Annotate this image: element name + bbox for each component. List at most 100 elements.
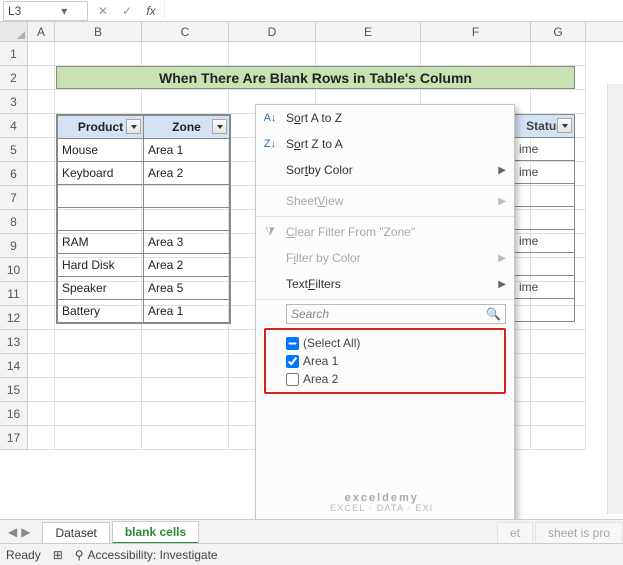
filter-icon[interactable] xyxy=(126,119,141,134)
sort-az-icon: A↓ xyxy=(262,112,278,124)
cell-zone[interactable]: Area 1 xyxy=(144,300,230,323)
accessibility-status[interactable]: ⚲Accessibility: Investigate xyxy=(75,548,218,562)
sort-by-color[interactable]: Sort by Color▶ xyxy=(256,157,514,183)
cell-status[interactable]: ime xyxy=(515,230,575,253)
cell-product[interactable]: RAM xyxy=(58,231,144,254)
chevron-down-icon[interactable]: ▾ xyxy=(46,4,84,18)
tab-blank-cells[interactable]: blank cells xyxy=(112,521,199,544)
filter-icon[interactable] xyxy=(212,119,227,134)
row-header[interactable]: 9 xyxy=(0,234,28,258)
sort-za-icon: Z↓ xyxy=(262,138,278,150)
col-header[interactable]: C xyxy=(142,22,229,41)
row-header[interactable]: 3 xyxy=(0,90,28,114)
arrow-right-icon: ▶ xyxy=(498,279,506,290)
options-highlight: (Select All) Area 1 Area 2 xyxy=(264,328,506,394)
cell-status[interactable] xyxy=(515,184,575,207)
cell-product[interactable]: Hard Disk xyxy=(58,254,144,277)
row-header[interactable]: 2 xyxy=(0,66,28,90)
cell-product[interactable]: Keyboard xyxy=(58,162,144,185)
cell-zone[interactable]: Area 2 xyxy=(144,162,230,185)
cell-zone[interactable] xyxy=(144,208,230,231)
filter-by-color: Filter by Color▶ xyxy=(256,245,514,271)
checkbox[interactable] xyxy=(286,337,299,350)
row-header[interactable]: 4 xyxy=(0,114,28,138)
cell-product[interactable]: Speaker xyxy=(58,277,144,300)
tab-nav[interactable]: ◀▶ xyxy=(8,525,30,539)
row-header[interactable]: 7 xyxy=(0,186,28,210)
page-title: When There Are Blank Rows in Table's Col… xyxy=(56,66,575,89)
cell-status[interactable] xyxy=(515,207,575,230)
formula-input[interactable] xyxy=(164,1,623,21)
text-filters[interactable]: Text Filters▶ xyxy=(256,271,514,297)
row-header[interactable]: 11 xyxy=(0,282,28,306)
status-ready: Ready xyxy=(6,548,41,562)
prev-icon[interactable]: ◀ xyxy=(8,525,17,539)
tab-partial[interactable]: et xyxy=(497,522,533,543)
cell-zone[interactable] xyxy=(144,185,230,208)
search-icon: 🔍 xyxy=(486,307,501,321)
cell-status[interactable] xyxy=(515,299,575,322)
grid-area: 1234567891011121314151617 When There Are… xyxy=(0,42,623,472)
col-header[interactable]: A xyxy=(28,22,55,41)
separator xyxy=(256,216,514,217)
cancel-icon: ✕ xyxy=(96,4,110,18)
row-header[interactable]: 16 xyxy=(0,402,28,426)
sort-za[interactable]: Z↓Sort Z to A xyxy=(256,131,514,157)
row-header[interactable]: 8 xyxy=(0,210,28,234)
cell-status[interactable]: ime xyxy=(515,276,575,299)
cell-product[interactable]: Mouse xyxy=(58,139,144,162)
th-product[interactable]: Product xyxy=(58,116,144,139)
row-header[interactable]: 1 xyxy=(0,42,28,66)
next-icon[interactable]: ▶ xyxy=(21,525,30,539)
col-header[interactable]: B xyxy=(55,22,142,41)
tab-partial[interactable]: sheet is pro xyxy=(535,522,623,543)
cell-zone[interactable]: Area 5 xyxy=(144,277,230,300)
filter-icon[interactable] xyxy=(557,118,572,133)
filter-menu: A↓Sort A to Z Z↓Sort Z to A Sort by Colo… xyxy=(255,104,515,558)
search-input[interactable]: Search🔍 xyxy=(286,304,506,324)
col-header[interactable]: E xyxy=(316,22,421,41)
row-header[interactable]: 5 xyxy=(0,138,28,162)
row-header[interactable]: 14 xyxy=(0,354,28,378)
separator xyxy=(256,299,514,300)
cell-zone[interactable]: Area 2 xyxy=(144,254,230,277)
col-header[interactable]: G xyxy=(531,22,586,41)
sort-az[interactable]: A↓Sort A to Z xyxy=(256,105,514,131)
col-header[interactable]: F xyxy=(421,22,531,41)
checkbox[interactable] xyxy=(286,373,299,386)
check-icon: ✓ xyxy=(120,4,134,18)
checkbox[interactable] xyxy=(286,355,299,368)
row-header[interactable]: 10 xyxy=(0,258,28,282)
separator xyxy=(256,185,514,186)
column-header-row: A B C D E F G xyxy=(0,22,623,42)
namebox-value: L3 xyxy=(8,4,46,18)
cell-zone[interactable]: Area 1 xyxy=(144,139,230,162)
col-header[interactable]: D xyxy=(229,22,316,41)
th-status[interactable]: Status xyxy=(515,115,575,138)
cell-status[interactable]: ime xyxy=(515,161,575,184)
row-header[interactable]: 12 xyxy=(0,306,28,330)
cell-product[interactable] xyxy=(58,185,144,208)
th-zone[interactable]: Zone xyxy=(144,116,230,139)
cell-status[interactable]: ime xyxy=(515,138,575,161)
fx-icon[interactable]: fx xyxy=(144,4,158,18)
cell-zone[interactable]: Area 3 xyxy=(144,231,230,254)
row-header[interactable]: 13 xyxy=(0,330,28,354)
option-area1[interactable]: Area 1 xyxy=(268,352,502,370)
option-area2[interactable]: Area 2 xyxy=(268,370,502,388)
cell-status[interactable] xyxy=(515,253,575,276)
status-bar: Ready ⊞ ⚲Accessibility: Investigate xyxy=(0,543,623,565)
settings-icon[interactable]: ⊞ xyxy=(53,548,63,562)
cell-product[interactable] xyxy=(58,208,144,231)
data-table: Product Zone MouseArea 1KeyboardArea 2RA… xyxy=(56,114,231,324)
select-all-corner[interactable] xyxy=(0,22,28,41)
tab-dataset[interactable]: Dataset xyxy=(42,522,109,543)
option-select-all[interactable]: (Select All) xyxy=(268,334,502,352)
row-header[interactable]: 6 xyxy=(0,162,28,186)
row-header[interactable]: 17 xyxy=(0,426,28,450)
watermark: exceldemyEXCEL · DATA · EXI xyxy=(330,492,433,514)
namebox[interactable]: L3 ▾ xyxy=(3,1,88,21)
cell-product[interactable]: Battery xyxy=(58,300,144,323)
row-header[interactable]: 15 xyxy=(0,378,28,402)
vertical-scrollbar[interactable] xyxy=(607,84,623,514)
